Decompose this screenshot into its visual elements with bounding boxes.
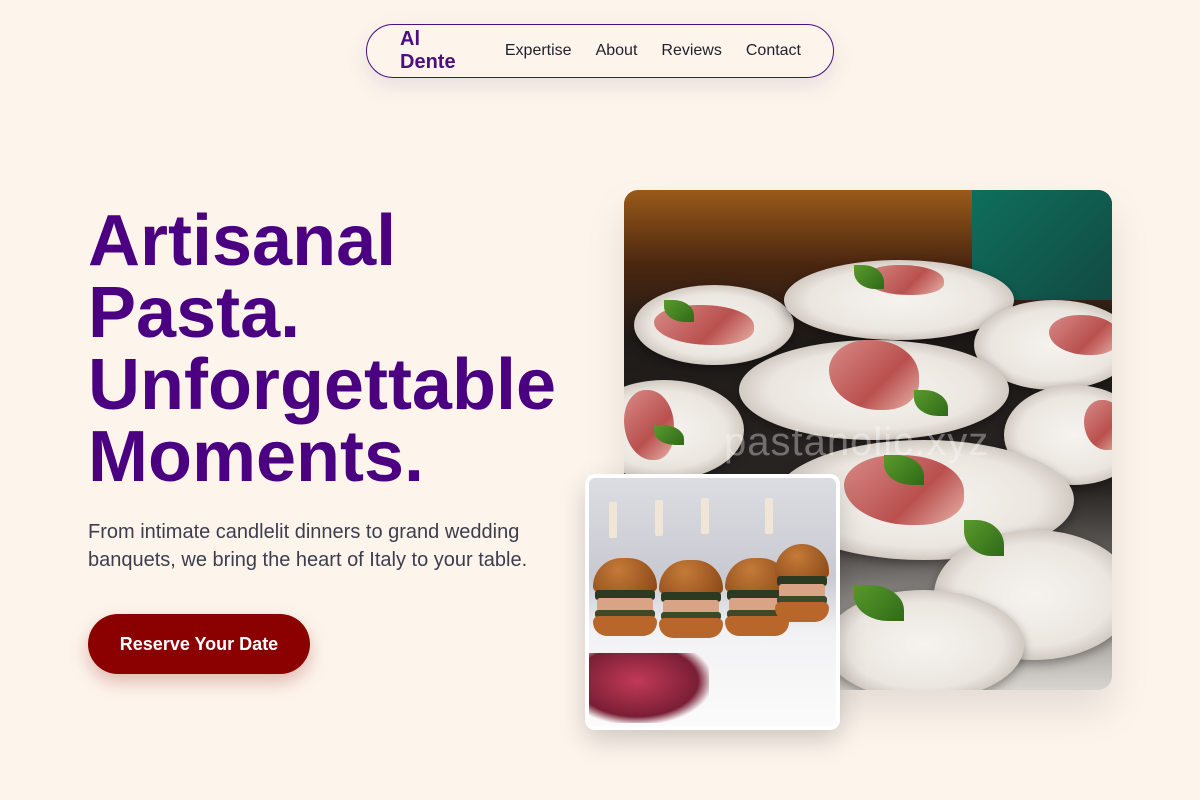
brand-logo[interactable]: Al Dente <box>400 28 481 74</box>
hero-title: Artisanal Pasta. Unforgettable Moments. <box>88 205 608 493</box>
toothpick <box>701 498 709 534</box>
toothpick <box>655 500 663 536</box>
slider-burger <box>775 544 829 624</box>
slider-burger <box>593 558 657 638</box>
nav-link-expertise[interactable]: Expertise <box>505 42 572 60</box>
nav-link-about[interactable]: About <box>596 42 638 60</box>
nav-link-contact[interactable]: Contact <box>746 42 801 60</box>
image-watermark: pastanolic.xyz <box>724 420 990 464</box>
reserve-date-button[interactable]: Reserve Your Date <box>88 614 310 674</box>
plate <box>824 590 1024 690</box>
top-navigation: Al Dente Expertise About Reviews Contact <box>366 24 834 78</box>
toothpick <box>609 502 617 538</box>
hero-title-line: Pasta. <box>88 273 301 353</box>
hero-title-line: Artisanal <box>88 201 397 281</box>
dessert-plate <box>589 653 709 723</box>
hero-title-line: Unforgettable <box>88 345 556 425</box>
hero-title-line: Moments. <box>88 417 425 497</box>
nav-link-reviews[interactable]: Reviews <box>661 42 721 60</box>
hero-subtitle: From intimate candlelit dinners to grand… <box>88 521 528 571</box>
sliders-photo <box>585 474 840 730</box>
slider-burger <box>659 560 723 640</box>
toothpick <box>765 498 773 534</box>
